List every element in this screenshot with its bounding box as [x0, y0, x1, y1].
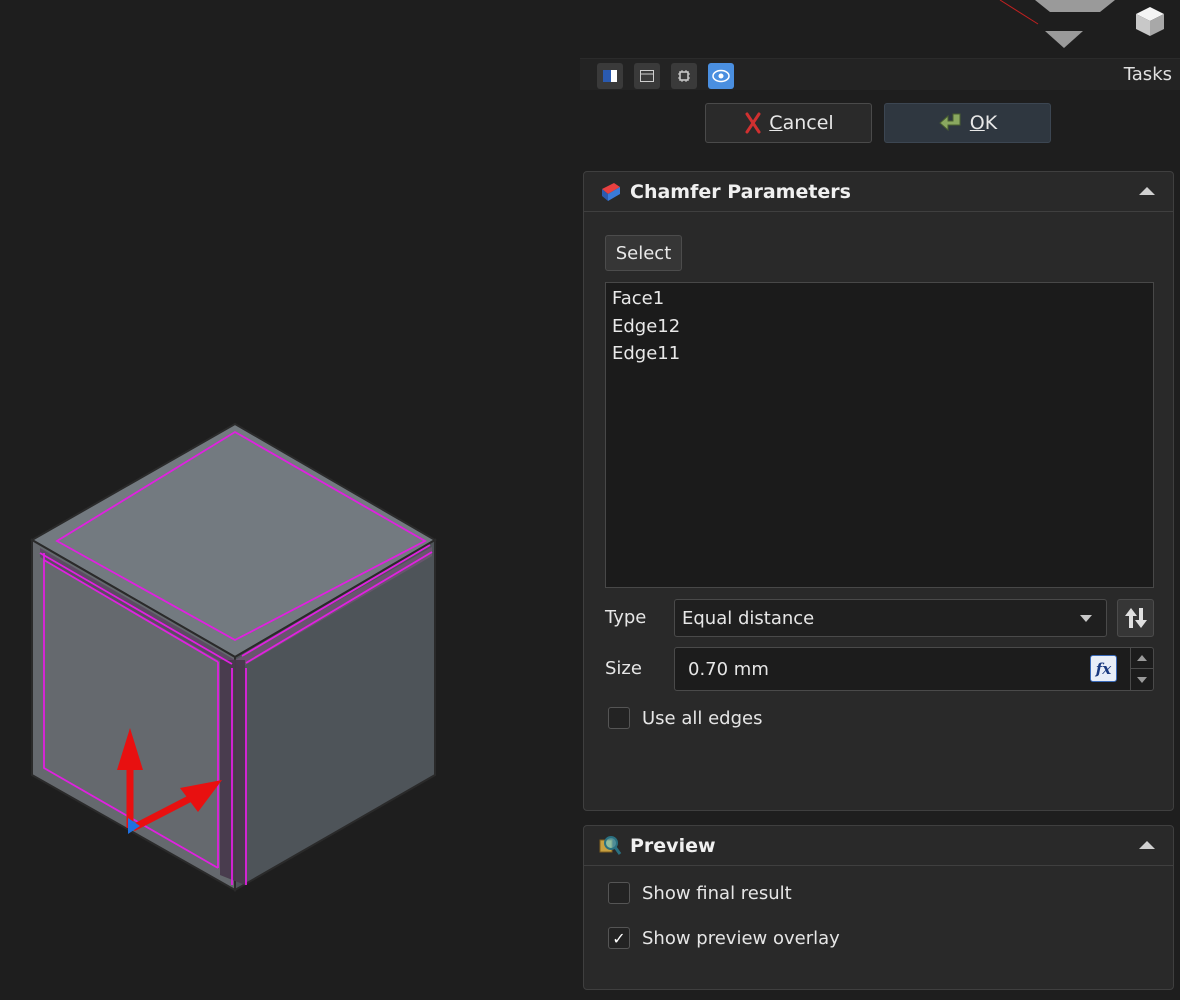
- chamfer-icon: [602, 182, 620, 201]
- select-button[interactable]: Select: [605, 235, 682, 271]
- view-menu-cube-icon[interactable]: [1136, 7, 1164, 36]
- size-label: Size: [605, 658, 642, 679]
- flip-arrows-icon: [1124, 608, 1147, 628]
- type-dropdown[interactable]: Equal distance: [674, 599, 1107, 637]
- ok-button[interactable]: OK: [884, 103, 1051, 143]
- size-spinbox[interactable]: 0.70 mm fx: [674, 647, 1154, 691]
- tab-model-icon[interactable]: [597, 63, 623, 89]
- type-value: Equal distance: [682, 607, 815, 629]
- show-preview-overlay-label: Show preview overlay: [642, 927, 840, 949]
- preview-title: Preview: [630, 834, 716, 857]
- cancel-label: Cancel: [769, 112, 834, 134]
- show-preview-overlay-checkbox[interactable]: ✓: [608, 927, 630, 949]
- show-final-result-option[interactable]: Show final result: [608, 882, 792, 904]
- preview-panel: Preview Show final result ✓ Show preview…: [583, 825, 1174, 990]
- tab-tasks-eye-icon[interactable]: [708, 63, 734, 89]
- show-final-result-label: Show final result: [642, 882, 792, 904]
- list-item[interactable]: Edge12: [612, 313, 1147, 341]
- cancel-button[interactable]: Cancel: [705, 103, 872, 143]
- chevron-down-icon: [1137, 676, 1147, 683]
- chamfer-parameters-title: Chamfer Parameters: [630, 180, 851, 203]
- chamfer-parameters-panel: Chamfer Parameters Select Face1 Edge12 E…: [583, 171, 1174, 811]
- preview-header[interactable]: Preview: [584, 826, 1173, 866]
- type-label: Type: [605, 607, 647, 628]
- ok-label: OK: [969, 112, 998, 134]
- combo-view-tabbar: Tasks: [580, 58, 1180, 90]
- task-panel: Tasks Cancel OK Chamfer Parameters Selec…: [580, 56, 1180, 1000]
- expression-fx-icon[interactable]: fx: [1090, 655, 1117, 682]
- size-value: 0.70 mm: [688, 658, 769, 680]
- spin-down-button[interactable]: [1131, 669, 1153, 690]
- navigation-cube[interactable]: [990, 0, 1180, 56]
- nav-cube-face-icon[interactable]: [1035, 0, 1115, 12]
- collapse-chevron-icon[interactable]: [1139, 186, 1155, 196]
- collapse-chevron-icon[interactable]: [1139, 840, 1155, 850]
- spin-buttons: [1130, 648, 1153, 690]
- spin-up-button[interactable]: [1131, 648, 1153, 669]
- tasks-title: Tasks: [1123, 64, 1172, 85]
- chamfer-parameters-header[interactable]: Chamfer Parameters: [584, 172, 1173, 212]
- tab-property-icon[interactable]: [634, 63, 660, 89]
- list-item[interactable]: Edge11: [612, 340, 1147, 368]
- reference-list[interactable]: Face1 Edge12 Edge11: [605, 282, 1154, 588]
- show-preview-overlay-option[interactable]: ✓ Show preview overlay: [608, 927, 840, 949]
- use-all-edges-label: Use all edges: [642, 707, 763, 729]
- show-final-result-checkbox[interactable]: [608, 882, 630, 904]
- ok-arrow-icon: [939, 113, 961, 132]
- list-item[interactable]: Face1: [612, 285, 1147, 313]
- use-all-edges-option[interactable]: Use all edges: [608, 707, 762, 729]
- cancel-x-icon: [745, 112, 761, 134]
- chevron-up-icon: [1137, 655, 1147, 661]
- nav-arrow-down-icon[interactable]: [1045, 31, 1083, 48]
- chevron-down-icon: [1080, 615, 1092, 622]
- use-all-edges-checkbox[interactable]: [608, 707, 630, 729]
- cube-model[interactable]: [0, 0, 580, 1000]
- tab-selection-icon[interactable]: [671, 63, 697, 89]
- 3d-viewport[interactable]: [0, 0, 580, 1000]
- flip-direction-button[interactable]: [1117, 599, 1154, 637]
- preview-magnifier-icon: [599, 835, 622, 855]
